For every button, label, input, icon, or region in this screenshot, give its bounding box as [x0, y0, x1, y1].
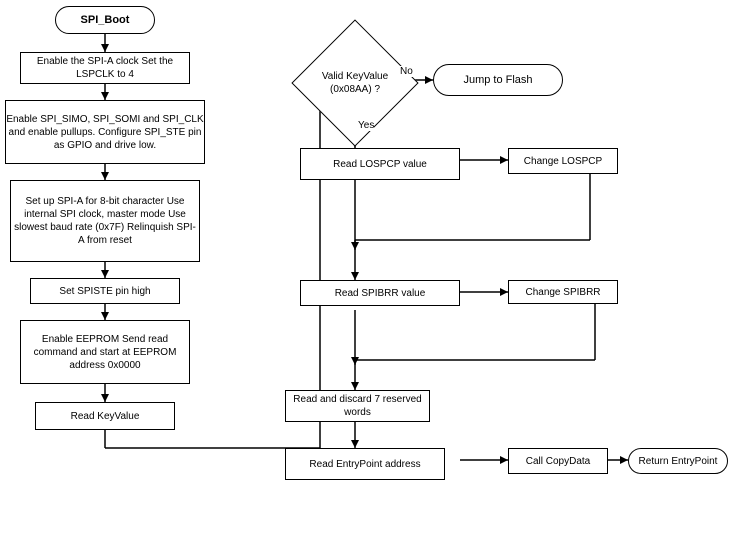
read-discard-node: Read and discard 7 reserved words: [285, 390, 430, 422]
valid-keyvalue-diamond: Valid KeyValue (0x08AA) ?: [310, 38, 400, 128]
yes-label: Yes: [358, 120, 374, 131]
spi-boot-node: SPI_Boot: [55, 6, 155, 34]
jump-to-flash-node: Jump to Flash: [433, 64, 563, 96]
valid-keyvalue-label: Valid KeyValue (0x08AA) ?: [310, 70, 400, 96]
read-spibrr-node: Read SPIBRR value: [300, 280, 460, 306]
change-spibrr-node: Change SPIBRR: [508, 280, 618, 304]
setup-spi-node: Set up SPI-A for 8-bit character Use int…: [10, 180, 200, 262]
read-entrypoint-node: Read EntryPoint address: [285, 448, 445, 480]
no-label: No: [400, 66, 413, 77]
read-lospcp-node: Read LOSPCP value: [300, 148, 460, 180]
change-lospcp-node: Change LOSPCP: [508, 148, 618, 174]
call-copydata-node: Call CopyData: [508, 448, 608, 474]
read-keyvalue-node: Read KeyValue: [35, 402, 175, 430]
enable-spi-node: Enable SPI_SIMO, SPI_SOMI and SPI_CLK an…: [5, 100, 205, 164]
enable-clock-node: Enable the SPI-A clock Set the LSPCLK to…: [20, 52, 190, 84]
enable-eeprom-node: Enable EEPROM Send read command and star…: [20, 320, 190, 384]
set-spiste-node: Set SPISTE pin high: [30, 278, 180, 304]
flowchart-diagram: SPI_Boot Enable the SPI-A clock Set the …: [0, 0, 743, 556]
return-entrypoint-node: Return EntryPoint: [628, 448, 728, 474]
